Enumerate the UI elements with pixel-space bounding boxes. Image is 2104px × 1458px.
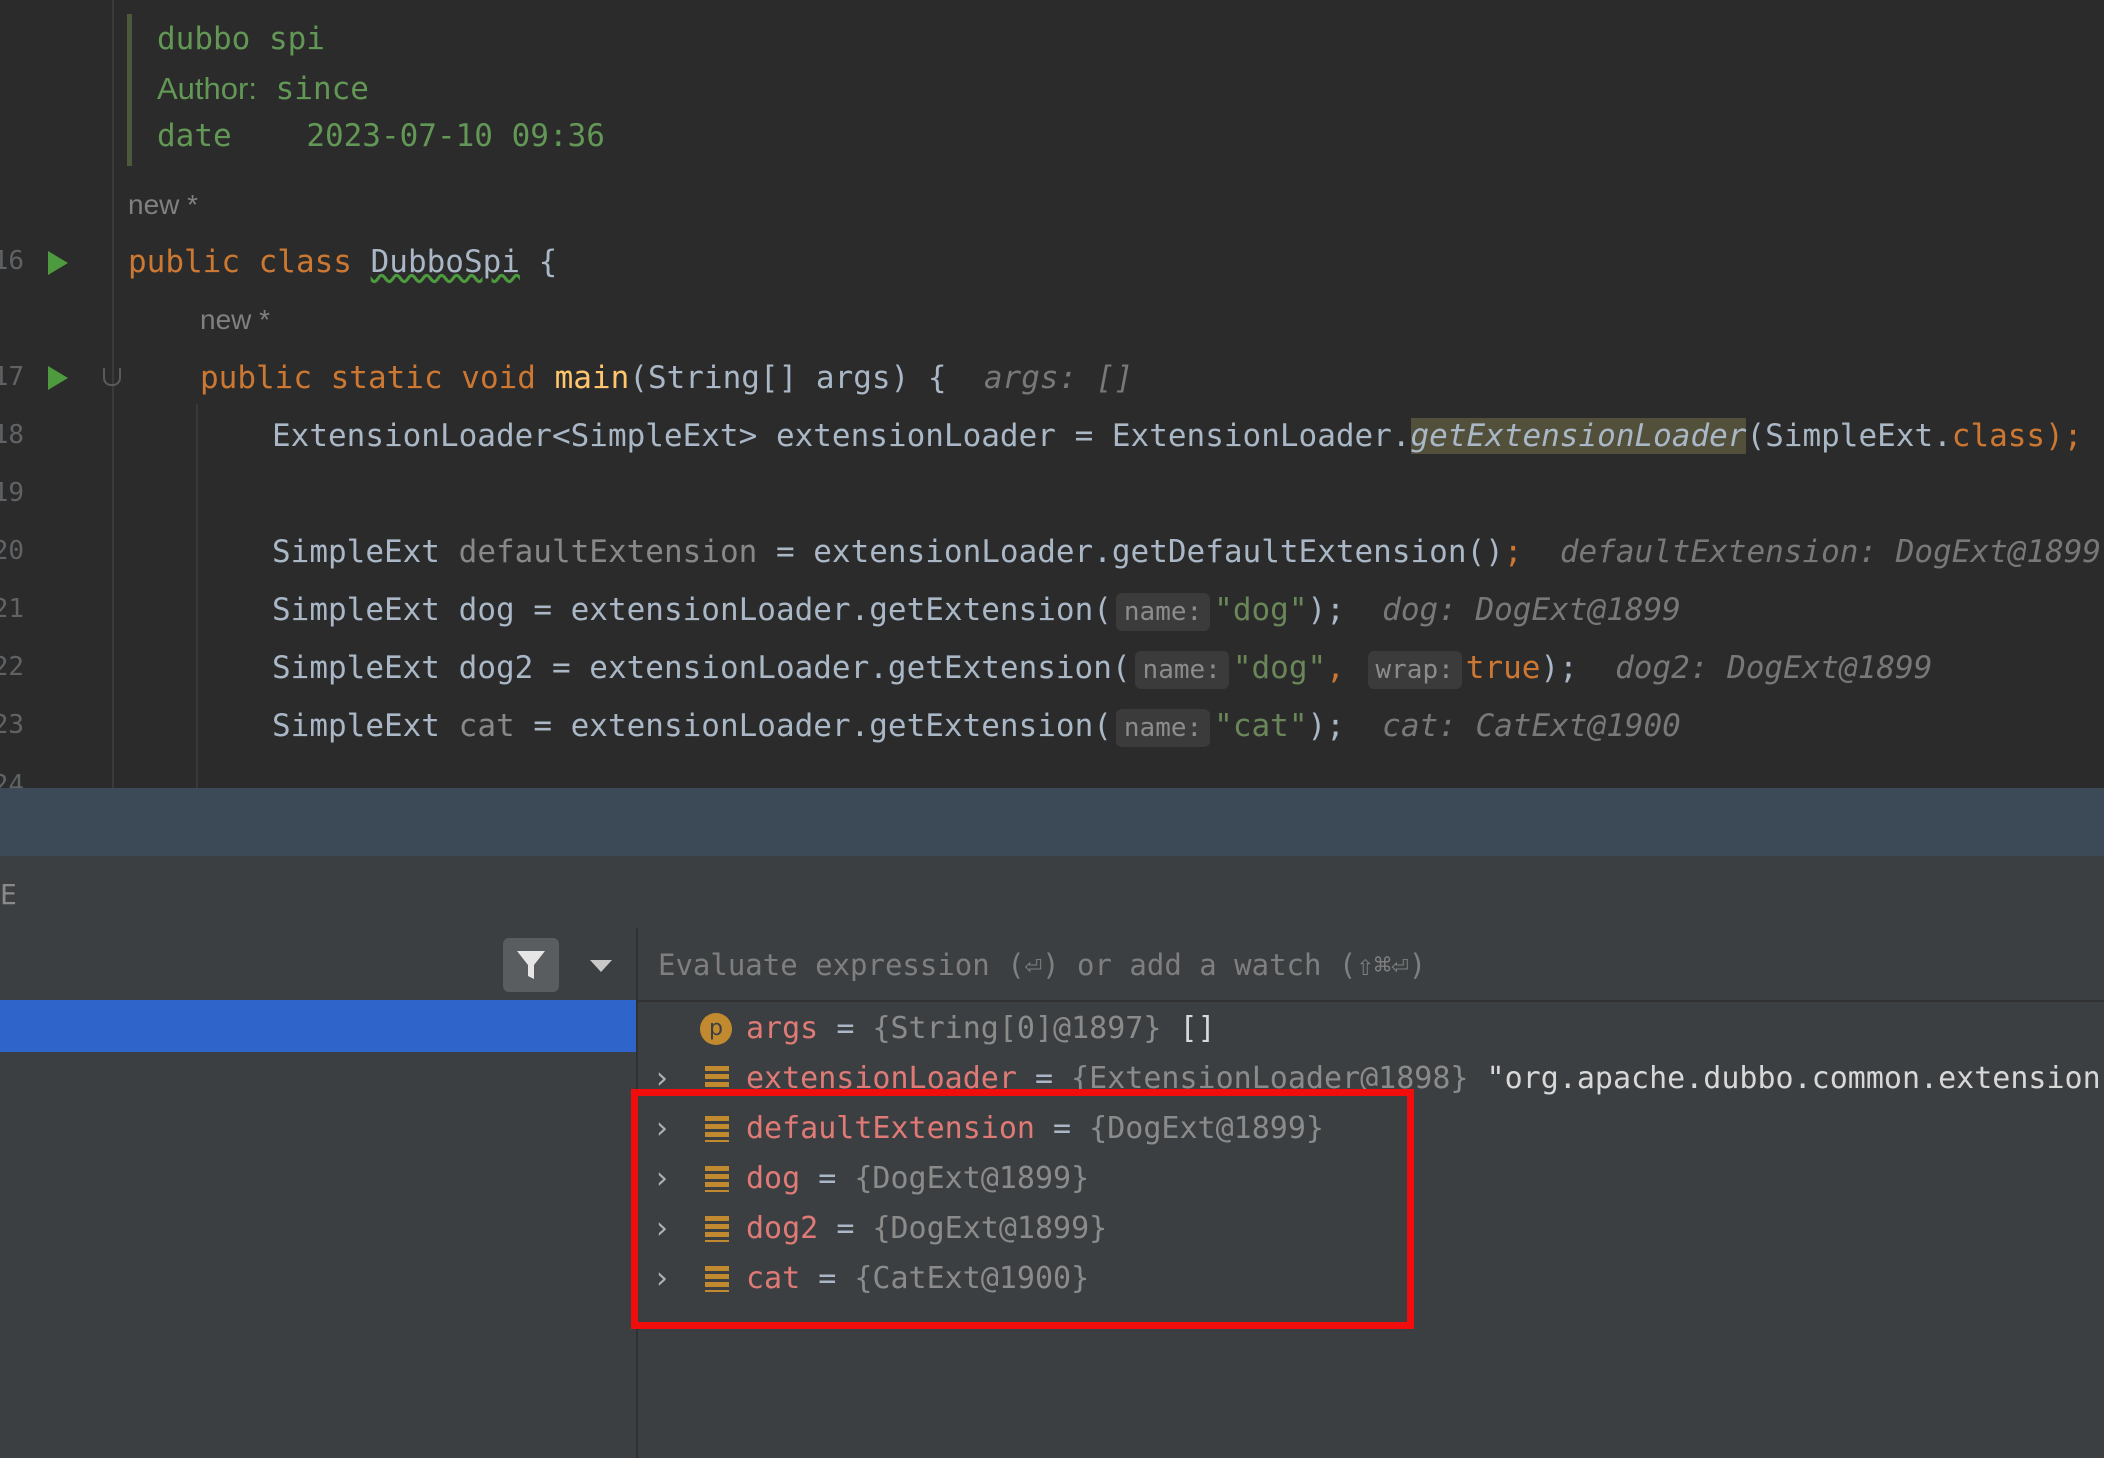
- highlighted-call: getExtensionLoader: [1410, 418, 1747, 454]
- line-number: 20: [0, 536, 24, 566]
- annotation-highlight-box: [631, 1089, 1414, 1329]
- param-hint: name:: [1134, 651, 1229, 689]
- inline-debug-value: dog: DogExt@1899: [1382, 592, 1681, 628]
- expression: = extensionLoader.getExtension(: [514, 708, 1112, 744]
- code-line-21: SimpleExt dog = extensionLoader.getExten…: [272, 590, 1681, 631]
- type: SimpleExt: [272, 708, 440, 744]
- semicolon: );: [2045, 418, 2083, 454]
- inline-debug-value: cat: CatExt@1900: [1382, 708, 1681, 744]
- code-line-16: public class DubboSpi {: [128, 242, 557, 282]
- doc-comment-line1: dubbo spi: [157, 21, 325, 57]
- evaluate-bar: [638, 928, 2104, 1002]
- code-line-22: SimpleExt dog2 = extensionLoader.getExte…: [272, 648, 1932, 689]
- gutter-divider: [112, 0, 114, 788]
- doc-comment-date: date 2023-07-10 09:36: [157, 116, 605, 156]
- fold-icon[interactable]: [103, 368, 121, 386]
- variable-row-args[interactable]: p args = {String[0]@1897} []: [638, 1004, 2104, 1054]
- expression: = ExtensionLoader.: [1055, 418, 1411, 454]
- semicolon: );: [1307, 592, 1345, 628]
- method-name: main: [554, 360, 630, 396]
- semicolon: );: [1540, 650, 1578, 686]
- author-hint-new[interactable]: new *: [128, 185, 198, 225]
- indent-guide: [196, 404, 198, 788]
- filter-button[interactable]: [503, 938, 559, 992]
- date-label: date: [157, 118, 232, 154]
- doc-comment-author: Author: since: [157, 69, 369, 109]
- code-line-17: public static void main(String[] args) {…: [200, 358, 1133, 398]
- variable-extra: "org.apache.dubbo.common.extension.Ex: [1486, 1061, 2104, 1096]
- params: (String[] args) {: [629, 360, 947, 396]
- selected-frame-row[interactable]: [0, 1000, 636, 1052]
- keyword: public class: [128, 244, 352, 280]
- variable: extensionLoader: [775, 418, 1056, 454]
- frames-panel: [0, 928, 638, 1458]
- keyword: class: [1951, 418, 2046, 454]
- evaluate-expression-input[interactable]: [656, 940, 2080, 990]
- string-literal: "dog": [1214, 592, 1308, 628]
- class-name: DubboSpi: [370, 244, 520, 280]
- variable-value: {String[0]@1897}: [872, 1011, 1162, 1046]
- param-hint: wrap:: [1367, 651, 1462, 689]
- doc-comment-bar: [127, 14, 132, 166]
- brace: {: [519, 244, 558, 280]
- run-icon[interactable]: [48, 251, 68, 275]
- line-number: 19: [0, 478, 24, 508]
- variable: cat: [458, 708, 515, 744]
- type: SimpleExt: [272, 650, 440, 686]
- author-hint-new[interactable]: new *: [200, 300, 270, 340]
- line-number: 17: [0, 362, 24, 392]
- equals: =: [836, 1011, 855, 1046]
- filter-icon: [517, 951, 545, 979]
- code-line-18: ExtensionLoader<SimpleExt> extensionLoad…: [272, 416, 2104, 456]
- comma: ,: [1326, 650, 1345, 686]
- author-value: since: [275, 71, 369, 107]
- boolean-literal: true: [1465, 650, 1541, 686]
- keyword: public static void: [200, 360, 536, 396]
- type: SimpleExt: [272, 592, 440, 628]
- author-label: Author:: [157, 71, 257, 106]
- line-number: 22: [0, 652, 24, 682]
- toolbar-glyph[interactable]: E: [0, 878, 17, 911]
- variable-text: args = {String[0]@1897} []: [746, 1004, 1216, 1054]
- run-icon[interactable]: [48, 366, 68, 390]
- line-number: 16: [0, 246, 24, 276]
- inline-debug-value: dog2: DogExt@1899: [1615, 650, 1933, 686]
- semicolon: );: [1307, 708, 1345, 744]
- string-literal: "dog": [1232, 650, 1327, 686]
- variable-extra: []: [1179, 1011, 1216, 1046]
- type: SimpleExt: [272, 534, 440, 570]
- type: ExtensionLoader<SimpleExt>: [272, 418, 758, 454]
- line-number: 18: [0, 420, 24, 450]
- param-hint: name:: [1115, 593, 1211, 631]
- variable: dog: [458, 592, 515, 628]
- code-editor[interactable]: dubbo spi Author: since date 2023-07-10 …: [0, 0, 2104, 788]
- param-hint: name:: [1115, 709, 1211, 747]
- line-number: 23: [0, 710, 24, 740]
- variable-name: args: [746, 1011, 819, 1046]
- semicolon: ;: [1503, 534, 1523, 570]
- parameter-icon: p: [700, 1013, 732, 1045]
- inline-debug-value: defaultExtension: DogExt@1899: [1559, 534, 2102, 570]
- date-value: 2023-07-10 09:36: [306, 118, 605, 154]
- code-line-20: SimpleExt defaultExtension = extensionLo…: [272, 532, 2101, 572]
- code-line-23: SimpleExt cat = extensionLoader.getExten…: [272, 706, 1681, 747]
- frames-header: [0, 928, 636, 1000]
- expression: = extensionLoader.getExtension(: [533, 650, 1131, 686]
- variable: dog2: [458, 650, 534, 686]
- debug-toolbar: E: [0, 856, 2104, 929]
- variable: defaultExtension: [458, 534, 758, 570]
- args: (SimpleExt.: [1746, 418, 1952, 454]
- line-number: 21: [0, 594, 24, 624]
- line-number: 24: [0, 770, 24, 788]
- expression: = extensionLoader.getExtension(: [514, 592, 1112, 628]
- chevron-down-icon[interactable]: [590, 960, 612, 972]
- inline-debug-value: args: []: [983, 360, 1134, 396]
- string-literal: "cat": [1214, 708, 1308, 744]
- expression: = extensionLoader.getDefaultExtension(): [757, 534, 1504, 570]
- debug-tool-window-header[interactable]: [0, 788, 2104, 856]
